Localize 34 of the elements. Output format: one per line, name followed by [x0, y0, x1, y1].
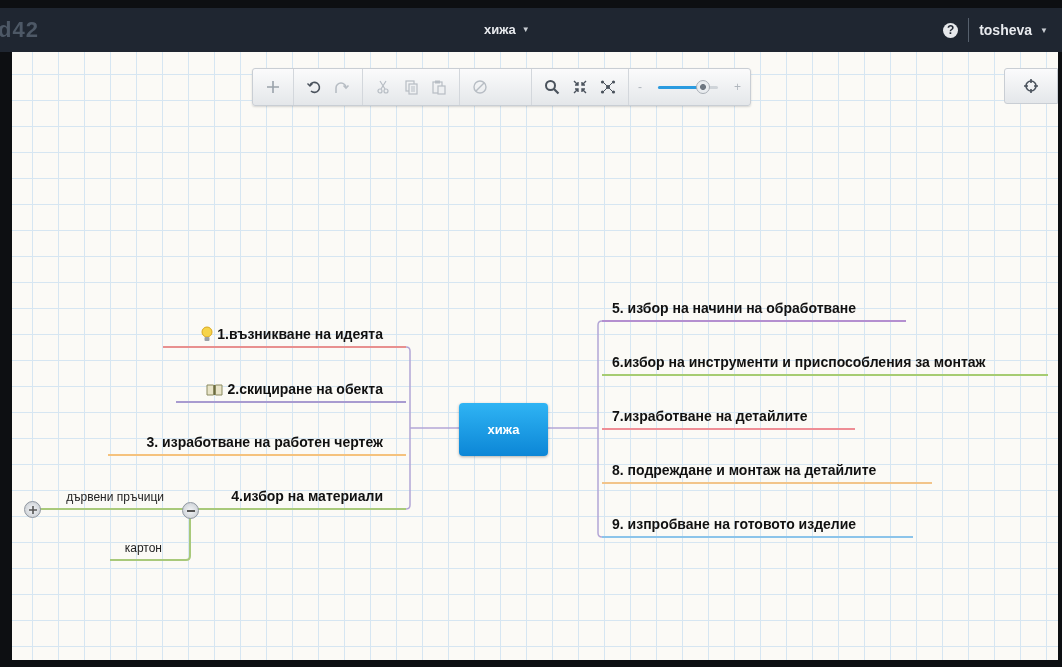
- minus-icon: [186, 509, 195, 512]
- collapse-icon: [572, 79, 588, 95]
- scissors-icon: [375, 79, 391, 95]
- plus-icon: [28, 505, 37, 514]
- expand-button[interactable]: [24, 501, 41, 518]
- node-label[interactable]: 1.възникване на идеята: [217, 326, 383, 342]
- node-label[interactable]: 5. избор на начини на обработване: [612, 300, 856, 316]
- book-icon: [206, 382, 224, 396]
- collapse-button[interactable]: [182, 502, 199, 519]
- crosshair-icon: [1023, 78, 1039, 94]
- prohibited-icon: [472, 79, 488, 95]
- node-label[interactable]: картон: [124, 541, 162, 557]
- copy-icon: [403, 79, 419, 95]
- light-bulb-icon: [201, 326, 214, 342]
- network-icon: [600, 79, 616, 95]
- node-label[interactable]: 6.избор на инструменти и приспособления за монтаж: [612, 354, 986, 370]
- node-label[interactable]: 4.избор на материали: [231, 488, 383, 504]
- node-label[interactable]: 2.скициране на обекта: [227, 381, 383, 397]
- node-label[interactable]: 9. изпробване на готовото изделие: [612, 516, 857, 532]
- node-label[interactable]: дървени пръчици: [66, 490, 164, 506]
- node-label[interactable]: 3. изработване на работен чертеж: [146, 434, 383, 450]
- caret-icon[interactable]: ▼: [521, 25, 530, 34]
- search-icon: [544, 79, 560, 95]
- undo-icon: [306, 79, 322, 95]
- caret-icon[interactable]: ▼: [1040, 25, 1048, 35]
- node-label[interactable]: 7.изработване на детайлите: [612, 408, 808, 424]
- paste-icon: [431, 79, 447, 95]
- map-title[interactable]: хижа: [484, 22, 516, 37]
- help-icon[interactable]: ?: [943, 22, 959, 38]
- slider-thumb[interactable]: [696, 80, 710, 94]
- redo-icon: [334, 79, 350, 95]
- node-label[interactable]: 8. подреждане и монтаж на детайлите: [612, 462, 877, 478]
- user-name[interactable]: tosheva: [979, 22, 1033, 38]
- add-icon: [265, 79, 281, 95]
